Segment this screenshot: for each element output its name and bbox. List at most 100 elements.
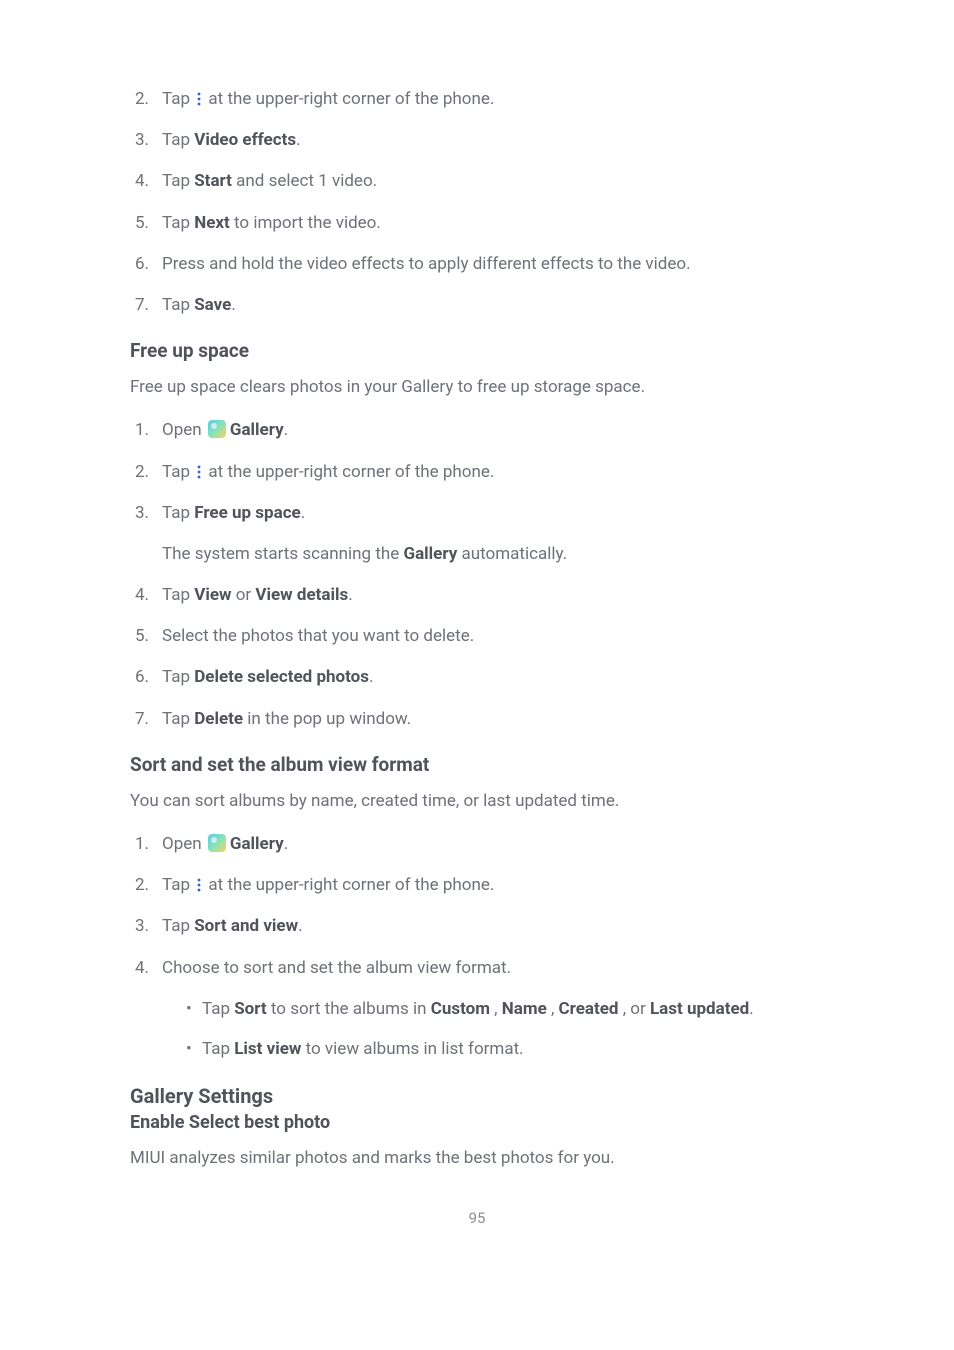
heading-free-up-space: Free up space (130, 339, 824, 362)
step-item: 4. Tap View or View details. (130, 582, 824, 609)
subheading-enable-best-photo: Enable Select best photo (130, 1112, 824, 1133)
steps-list-sort-view: 1. Open Gallery. 2. Tap at the upper-rig… (130, 831, 824, 1062)
step-bold: Next (194, 213, 230, 233)
step-item: 2. Tap at the upper-right corner of the … (130, 86, 824, 113)
step-item: 7. Tap Delete in the pop up window. (130, 706, 824, 733)
heading-sort-view: Sort and set the album view format (130, 753, 824, 776)
step-number: 4. (135, 582, 149, 609)
step-bold: View (194, 585, 231, 605)
step-item: 5. Tap Next to import the video. (130, 210, 824, 237)
inner-bold: Gallery (403, 544, 457, 564)
more-vertical-icon (196, 465, 202, 479)
gallery-app-icon (208, 420, 226, 438)
step-item: 3. Tap Sort and view. (130, 913, 824, 940)
step-number: 3. (135, 913, 149, 940)
step-number: 6. (135, 664, 149, 691)
step-item: 3. Tap Free up space. The system starts … (130, 500, 824, 568)
step-text: in the pop up window. (243, 709, 411, 729)
step-text: at the upper-right corner of the phone. (204, 462, 494, 482)
step-number: 1. (135, 831, 149, 858)
step-text: Tap (162, 916, 194, 936)
step-number: 1. (135, 417, 149, 444)
step-text: at the upper-right corner of the phone. (204, 875, 494, 895)
bullet-item: Tap Sort to sort the albums in Custom , … (186, 996, 824, 1022)
step-number: 3. (135, 500, 149, 527)
bullet-item: Tap List view to view albums in list for… (186, 1036, 824, 1062)
step-text: Tap (162, 130, 194, 150)
step-item: 1. Open Gallery. (130, 831, 824, 858)
step-text: and select 1 video. (232, 171, 377, 191)
step-text: . (284, 834, 288, 854)
step-bold: Free up space (194, 503, 301, 523)
step-text: Tap (162, 875, 194, 895)
step-number: 2. (135, 459, 149, 486)
heading-gallery-settings: Gallery Settings (130, 1084, 824, 1108)
step-item: 6. Tap Delete selected photos. (130, 664, 824, 691)
step-number: 6. (135, 251, 149, 278)
step-text: Open (162, 834, 206, 854)
step-text: . (369, 667, 373, 687)
step-text: at the upper-right corner of the phone. (204, 89, 494, 109)
step-text: . (298, 916, 302, 936)
step-text: Choose to sort and set the album view fo… (162, 958, 511, 978)
step-text: Tap (162, 709, 194, 729)
step-text: . (301, 503, 305, 523)
step-bold: View details (255, 585, 348, 605)
step-text: . (284, 420, 288, 440)
sub-bullet-list: Tap Sort to sort the albums in Custom , … (162, 996, 824, 1063)
steps-list-1: 2. Tap at the upper-right corner of the … (130, 86, 824, 319)
step-item: 2. Tap at the upper-right corner of the … (130, 872, 824, 899)
step-inner-text: The system starts scanning the Gallery a… (162, 541, 824, 568)
step-bold: Delete (194, 709, 243, 729)
step-text: or (232, 585, 256, 605)
step-text: Tap (162, 295, 194, 315)
step-text: Tap (162, 667, 194, 687)
step-bold: Save (194, 295, 231, 315)
step-bold: Gallery (230, 420, 284, 440)
step-text: to import the video. (230, 213, 381, 233)
step-item: 7. Tap Save. (130, 292, 824, 319)
step-text: Press and hold the video effects to appl… (162, 254, 691, 274)
step-bold: Delete selected photos (194, 667, 369, 687)
step-item: 1. Open Gallery. (130, 417, 824, 444)
step-text: . (296, 130, 300, 150)
step-number: 5. (135, 210, 149, 237)
steps-list-free-up: 1. Open Gallery. 2. Tap at the upper-rig… (130, 417, 824, 733)
step-text: Tap (162, 462, 194, 482)
step-text: Tap (162, 89, 194, 109)
step-bold: Start (194, 171, 232, 191)
step-text: Open (162, 420, 206, 440)
step-item: 3. Tap Video effects. (130, 127, 824, 154)
step-bold: Sort and view (194, 916, 298, 936)
step-text: Tap (162, 171, 194, 191)
step-item: 4. Tap Start and select 1 video. (130, 168, 824, 195)
step-bold: Gallery (230, 834, 284, 854)
step-number: 2. (135, 86, 149, 113)
gallery-app-icon (208, 834, 226, 852)
step-bold: Video effects (194, 130, 296, 150)
step-item: 4. Choose to sort and set the album view… (130, 955, 824, 1063)
step-text: Tap (162, 585, 194, 605)
step-number: 2. (135, 872, 149, 899)
intro-gallery-settings: MIUI analyzes similar photos and marks t… (130, 1145, 824, 1172)
step-text: Select the photos that you want to delet… (162, 626, 474, 646)
step-item: 5. Select the photos that you want to de… (130, 623, 824, 650)
step-text: . (231, 295, 235, 315)
step-number: 4. (135, 955, 149, 982)
page-number: 95 (130, 1209, 824, 1227)
step-item: 6. Press and hold the video effects to a… (130, 251, 824, 278)
step-text: Tap (162, 213, 194, 233)
more-vertical-icon (196, 92, 202, 106)
step-number: 7. (135, 292, 149, 319)
more-vertical-icon (196, 878, 202, 892)
document-page: 2. Tap at the upper-right corner of the … (0, 0, 954, 1277)
step-number: 7. (135, 706, 149, 733)
intro-sort-view: You can sort albums by name, created tim… (130, 788, 824, 815)
step-item: 2. Tap at the upper-right corner of the … (130, 459, 824, 486)
step-text: Tap (162, 503, 194, 523)
step-number: 4. (135, 168, 149, 195)
step-number: 3. (135, 127, 149, 154)
step-text: . (348, 585, 352, 605)
step-number: 5. (135, 623, 149, 650)
intro-free-up-space: Free up space clears photos in your Gall… (130, 374, 824, 401)
